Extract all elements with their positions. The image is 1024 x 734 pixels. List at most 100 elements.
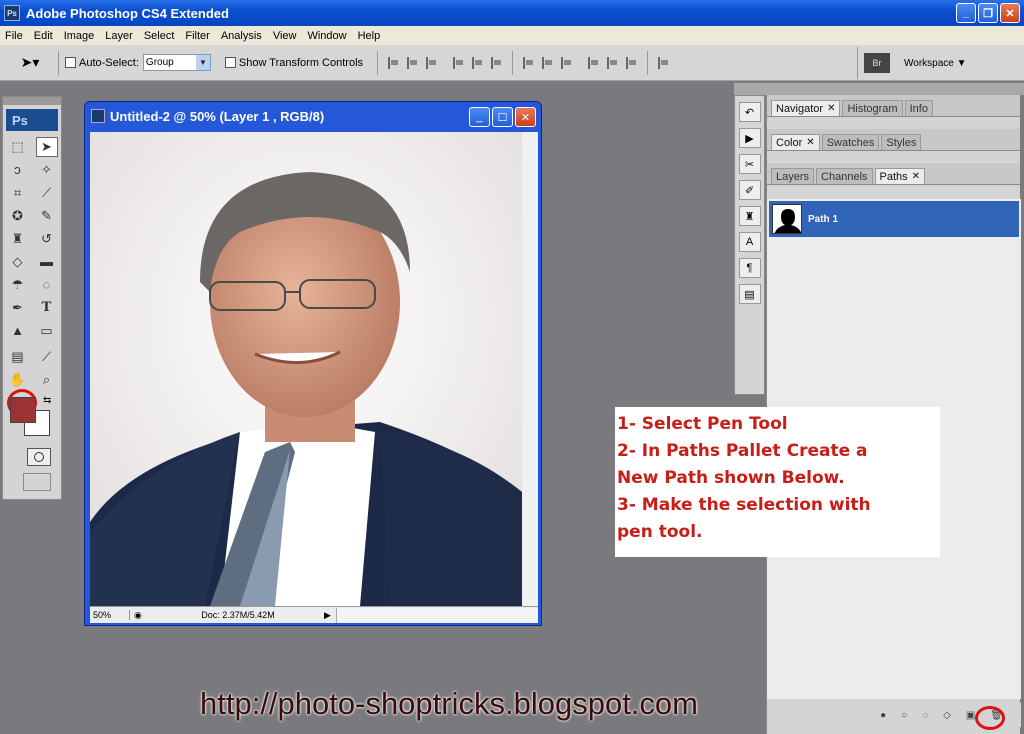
close-icon[interactable]: ✕ bbox=[827, 103, 835, 114]
eyedropper-icon[interactable]: ⟋ bbox=[36, 347, 58, 367]
tab-histogram[interactable]: Histogram bbox=[842, 100, 903, 116]
blur-tool-icon[interactable]: ☂ bbox=[7, 275, 29, 295]
tab-paths[interactable]: Paths ✕ bbox=[874, 168, 926, 184]
status-arrow-icon[interactable]: ▶ bbox=[324, 610, 336, 621]
align-bottom-icon[interactable] bbox=[426, 56, 437, 69]
tab-channels[interactable]: Channels bbox=[816, 168, 873, 184]
fill-path-icon[interactable]: ● bbox=[880, 710, 886, 721]
tab-styles[interactable]: Styles bbox=[881, 134, 922, 150]
new-path-icon[interactable]: ▣ bbox=[966, 710, 975, 721]
notes-tool-icon[interactable]: ▤ bbox=[7, 347, 29, 367]
swap-colors-icon[interactable]: ⇆ bbox=[43, 395, 51, 406]
tool-presets-icon[interactable]: ✂ bbox=[738, 154, 761, 174]
canvas-horizontal-scrollbar[interactable] bbox=[336, 607, 538, 623]
magic-wand-tool-icon[interactable]: ✧ bbox=[36, 160, 58, 180]
image-canvas[interactable] bbox=[90, 132, 522, 606]
tab-swatches[interactable]: Swatches bbox=[821, 134, 880, 150]
dodge-tool-icon[interactable]: ◌ bbox=[36, 275, 58, 295]
tab-layers[interactable]: Layers bbox=[771, 168, 815, 184]
menu-window[interactable]: Window bbox=[307, 30, 346, 42]
history-brush-tool-icon[interactable]: ↺ bbox=[36, 229, 58, 249]
align-right-icon[interactable] bbox=[491, 56, 502, 69]
auto-select-label: Auto-Select: bbox=[79, 56, 139, 69]
auto-align-layers-icon[interactable] bbox=[658, 56, 669, 69]
divider bbox=[647, 50, 649, 75]
align-top-icon[interactable] bbox=[388, 56, 399, 69]
gradient-tool-icon[interactable]: ▬ bbox=[36, 252, 58, 272]
path-selection-tool-icon[interactable]: ▲ bbox=[7, 321, 29, 341]
rectangle-tool-icon[interactable]: ▭ bbox=[36, 321, 58, 341]
canvas-vertical-scrollbar[interactable] bbox=[522, 132, 538, 606]
doc-close-button[interactable]: ✕ bbox=[515, 107, 536, 127]
zoom-level[interactable]: 50% bbox=[90, 610, 130, 620]
status-menu-icon[interactable]: ◉ bbox=[134, 610, 148, 621]
workspace-menu[interactable]: Workspace ▼ bbox=[904, 58, 967, 69]
menu-image[interactable]: Image bbox=[64, 30, 95, 42]
history-panel-icon[interactable]: ↶ bbox=[738, 102, 761, 122]
menu-analysis[interactable]: Analysis bbox=[221, 30, 262, 42]
align-hcenter-icon[interactable] bbox=[472, 56, 483, 69]
eyedropper-tool-icon[interactable]: ⟋ bbox=[36, 183, 58, 203]
distribute-left-icon[interactable] bbox=[588, 56, 599, 69]
brushes-panel-icon[interactable]: ✐ bbox=[738, 180, 761, 200]
actions-panel-icon[interactable]: ▶ bbox=[738, 128, 761, 148]
load-selection-icon[interactable]: ◌ bbox=[922, 710, 928, 721]
path-row[interactable]: Path 1 bbox=[769, 201, 1019, 237]
dock-header[interactable] bbox=[734, 83, 1024, 95]
lasso-tool-icon[interactable]: ↄ bbox=[7, 160, 29, 180]
character-panel-icon[interactable]: A bbox=[738, 232, 761, 252]
menu-filter[interactable]: Filter bbox=[185, 30, 209, 42]
menu-help[interactable]: Help bbox=[358, 30, 381, 42]
clone-source-icon[interactable]: ♜ bbox=[738, 206, 761, 226]
menu-edit[interactable]: Edit bbox=[34, 30, 53, 42]
stroke-path-icon[interactable]: ○ bbox=[901, 710, 907, 721]
bridge-icon[interactable]: Br bbox=[864, 53, 890, 73]
tab-navigator[interactable]: Navigator ✕ bbox=[771, 100, 841, 116]
hand-tool-icon[interactable]: ✋ bbox=[7, 370, 29, 390]
distribute-right-icon[interactable] bbox=[626, 56, 637, 69]
tools-panel-grip[interactable] bbox=[3, 97, 61, 105]
paragraph-panel-icon[interactable]: ¶ bbox=[738, 258, 761, 278]
window-title: Adobe Photoshop CS4 Extended bbox=[26, 5, 229, 21]
distribute-hcenter-icon[interactable] bbox=[607, 56, 618, 69]
eraser-tool-icon[interactable]: ◇ bbox=[7, 252, 29, 272]
minimize-button[interactable]: _ bbox=[956, 3, 976, 23]
quick-mask-icon[interactable] bbox=[27, 448, 51, 466]
distribute-vcenter-icon[interactable] bbox=[542, 56, 553, 69]
distribute-bottom-icon[interactable] bbox=[561, 56, 572, 69]
close-button[interactable]: ✕ bbox=[1000, 3, 1020, 23]
menu-select[interactable]: Select bbox=[144, 30, 175, 42]
distribute-top-icon[interactable] bbox=[523, 56, 534, 69]
foreground-color-swatch-front[interactable] bbox=[10, 397, 36, 423]
brush-tool-icon[interactable]: ✎ bbox=[36, 206, 58, 226]
clone-stamp-tool-icon[interactable]: ♜ bbox=[7, 229, 29, 249]
align-buttons bbox=[384, 56, 506, 69]
layer-comps-icon[interactable]: ▤ bbox=[738, 284, 761, 304]
menu-layer[interactable]: Layer bbox=[105, 30, 133, 42]
tab-color[interactable]: Color ✕ bbox=[771, 134, 820, 150]
tab-info[interactable]: Info bbox=[904, 100, 933, 116]
doc-maximize-button[interactable]: ☐ bbox=[492, 107, 513, 127]
menu-file[interactable]: File bbox=[5, 30, 23, 42]
align-vcenter-icon[interactable] bbox=[407, 56, 418, 69]
make-work-path-icon[interactable]: ◇ bbox=[943, 710, 951, 721]
auto-select-dropdown[interactable]: Group ▼ bbox=[142, 54, 211, 71]
show-transform-checkbox[interactable] bbox=[224, 57, 236, 68]
move-tool-icon[interactable]: ➤ bbox=[35, 136, 58, 157]
menu-view[interactable]: View bbox=[273, 30, 297, 42]
move-tool-preset-icon[interactable]: ➤▾ bbox=[8, 48, 52, 78]
doc-minimize-button[interactable]: _ bbox=[469, 107, 490, 127]
align-left-icon[interactable] bbox=[453, 56, 464, 69]
zoom-tool-icon[interactable]: ⌕ bbox=[36, 370, 58, 390]
marquee-tool-icon[interactable]: ⬚ bbox=[7, 137, 29, 157]
type-tool-icon[interactable]: T bbox=[36, 298, 58, 318]
screen-mode-icon[interactable] bbox=[23, 473, 51, 491]
crop-tool-icon[interactable]: ⌗ bbox=[7, 183, 29, 203]
close-icon[interactable]: ✕ bbox=[912, 171, 920, 182]
close-icon[interactable]: ✕ bbox=[806, 137, 814, 148]
window-titlebar: Ps Adobe Photoshop CS4 Extended _ ❐ ✕ bbox=[0, 0, 1024, 26]
auto-select-checkbox[interactable] bbox=[65, 57, 76, 68]
pen-tool-icon[interactable]: ✒ bbox=[7, 298, 29, 318]
restore-button[interactable]: ❐ bbox=[978, 3, 998, 23]
healing-brush-tool-icon[interactable]: ✪ bbox=[7, 206, 29, 226]
